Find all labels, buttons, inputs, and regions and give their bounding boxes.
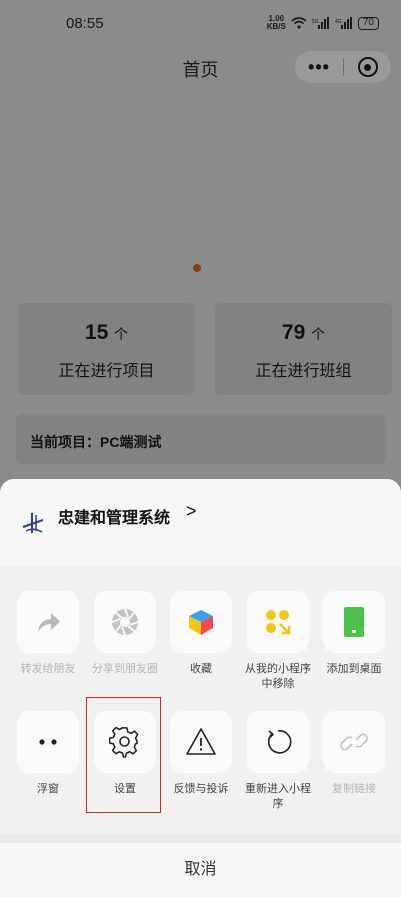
signal-icon-2: 4G	[335, 17, 352, 29]
copy-link-item[interactable]: 复制链接	[321, 711, 387, 797]
float-window-item[interactable]: 浮窗	[15, 711, 81, 797]
sheet-divider	[0, 834, 401, 843]
add-to-desktop-icon	[344, 607, 364, 637]
share-moments-item[interactable]: 分享到朋友圈	[92, 591, 158, 677]
more-button[interactable]: •••	[295, 57, 343, 78]
sheet-row-2: 浮窗 设置 反馈与投诉 重新进入小程序 复制链接	[0, 711, 401, 831]
stat-projects-label: 正在进行项目	[58, 363, 155, 380]
refresh-icon	[267, 730, 292, 754]
status-icons: 1.00 KB/S 5G 4G 70	[267, 15, 379, 31]
stat-teams-value: 79	[281, 321, 306, 344]
net-speed: 1.00 KB/S	[266, 14, 286, 31]
warning-icon	[186, 728, 216, 755]
remove-from-my-miniprograms-label: 从我的小程序中移除	[245, 663, 311, 690]
stat-card-teams[interactable]: 79 个 正在进行班组	[215, 303, 392, 395]
add-to-desktop-label: 添加到桌面	[326, 663, 382, 675]
stat-projects-value: 15	[84, 321, 109, 344]
cube-icon	[189, 610, 213, 635]
aperture-icon	[111, 608, 139, 636]
forward-to-friend-label: 转发给朋友	[20, 663, 76, 675]
float-window-label: 浮窗	[37, 783, 59, 795]
stat-teams-label: 正在进行班组	[255, 363, 352, 380]
link-icon	[340, 733, 368, 751]
app-name: 忠建和管理系统	[58, 510, 171, 527]
current-project-bar[interactable]: 当前项目：PC端测试	[16, 414, 386, 464]
status-bar: 08:55 1.00 KB/S 5G 4G 70	[0, 0, 401, 46]
action-sheet: 忠建和管理系统 > 转发给朋友 分享到朋友圈 收藏 从我的小程序中移除 添加到桌…	[0, 479, 401, 897]
sheet-header[interactable]: 忠建和管理系统 >	[0, 479, 401, 567]
copy-link-label: 复制链接	[332, 783, 376, 795]
svg-text:5G: 5G	[312, 19, 319, 25]
wifi-icon	[291, 17, 307, 29]
share-moments-label: 分享到朋友圈	[92, 663, 158, 675]
favorite-item[interactable]: 收藏	[168, 591, 234, 677]
battery-indicator: 70	[357, 16, 379, 30]
cancel-button[interactable]: 取消	[0, 843, 401, 897]
app-logo-icon	[22, 513, 44, 533]
stat-projects-unit: 个	[114, 326, 129, 342]
forward-to-friend-item[interactable]: 转发给朋友	[15, 591, 81, 677]
share-arrow-icon	[38, 613, 60, 632]
add-to-desktop-item[interactable]: 添加到桌面	[321, 591, 387, 677]
feedback-item[interactable]: 反馈与投诉	[168, 711, 234, 797]
signal-icon: 5G	[312, 17, 329, 29]
favorite-label: 收藏	[190, 663, 212, 675]
status-time: 08:55	[66, 15, 104, 32]
chevron-right-icon: >	[186, 501, 197, 521]
remove-from-my-miniprograms-item[interactable]: 从我的小程序中移除	[245, 591, 311, 692]
sheet-row-1: 转发给朋友 分享到朋友圈 收藏 从我的小程序中移除 添加到桌面	[0, 591, 401, 711]
current-project-label: 当前项目：	[30, 434, 100, 450]
reenter-miniprogram-item[interactable]: 重新进入小程序	[245, 711, 311, 812]
close-ring-icon	[357, 57, 378, 77]
miniprogram-capsule: •••	[295, 51, 391, 83]
stat-card-projects[interactable]: 15 个 正在进行项目	[18, 303, 195, 395]
close-miniprogram-button[interactable]	[344, 57, 391, 77]
stat-teams-unit: 个	[311, 326, 326, 342]
current-project-value: PC端测试	[100, 434, 162, 450]
feedback-label: 反馈与投诉	[173, 783, 229, 795]
loading-dot	[193, 264, 201, 272]
reenter-miniprogram-label: 重新进入小程序	[245, 783, 311, 810]
svg-text:4G: 4G	[335, 19, 342, 25]
settings-highlight-box	[86, 697, 161, 813]
remove-miniprogram-icon	[266, 610, 291, 635]
float-window-icon	[39, 739, 57, 745]
